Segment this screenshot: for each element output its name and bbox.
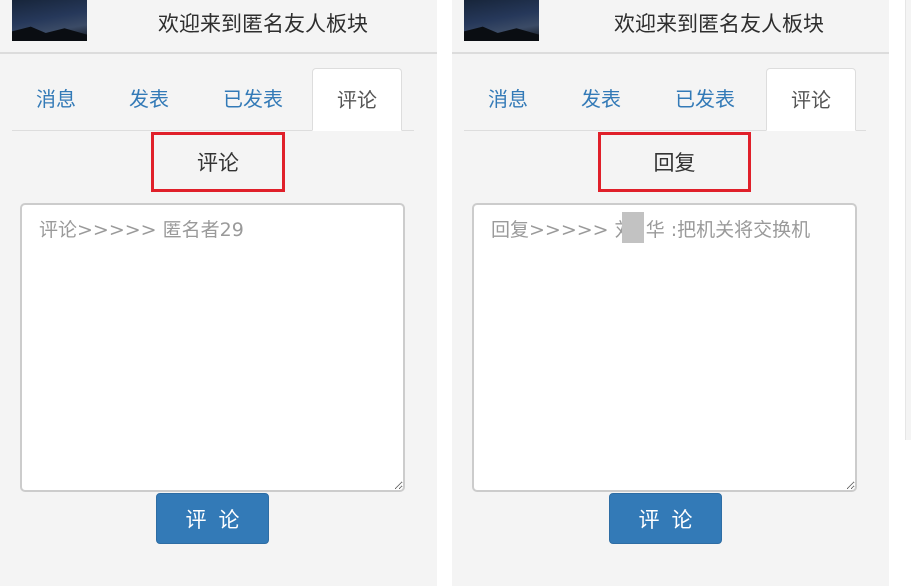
tab-publish[interactable]: 发表: [560, 68, 642, 130]
reply-input[interactable]: [472, 203, 857, 492]
right-panel: 欢迎来到匿名友人板块 消息 发表 已发表 评论 回复 评论: [452, 0, 889, 586]
tab-comments[interactable]: 评论: [766, 68, 856, 131]
welcome-title: 欢迎来到匿名友人板块: [614, 12, 824, 36]
comment-submit-button[interactable]: 评论: [156, 493, 269, 544]
panel-header: 欢迎来到匿名友人板块: [452, 0, 889, 54]
avatar: [12, 0, 87, 41]
tab-messages[interactable]: 消息: [464, 68, 552, 130]
tab-bar: 消息 发表 已发表 评论: [464, 68, 866, 131]
section-title: 回复: [598, 132, 751, 192]
tab-publish[interactable]: 发表: [108, 68, 190, 130]
tab-published[interactable]: 已发表: [208, 68, 298, 130]
section-title: 评论: [151, 132, 285, 192]
scrollbar[interactable]: [905, 0, 911, 440]
comment-input[interactable]: [20, 203, 405, 492]
redaction-block: [622, 212, 644, 243]
left-panel: 欢迎来到匿名友人板块 消息 发表 已发表 评论 评论 评论: [0, 0, 437, 586]
tab-bar: 消息 发表 已发表 评论: [12, 68, 414, 131]
avatar: [464, 0, 539, 41]
tab-comments[interactable]: 评论: [312, 68, 402, 131]
reply-submit-button[interactable]: 评论: [609, 493, 722, 544]
tab-published[interactable]: 已发表: [660, 68, 750, 130]
tab-messages[interactable]: 消息: [12, 68, 100, 130]
welcome-title: 欢迎来到匿名友人板块: [158, 12, 368, 36]
panel-header: 欢迎来到匿名友人板块: [0, 0, 437, 54]
